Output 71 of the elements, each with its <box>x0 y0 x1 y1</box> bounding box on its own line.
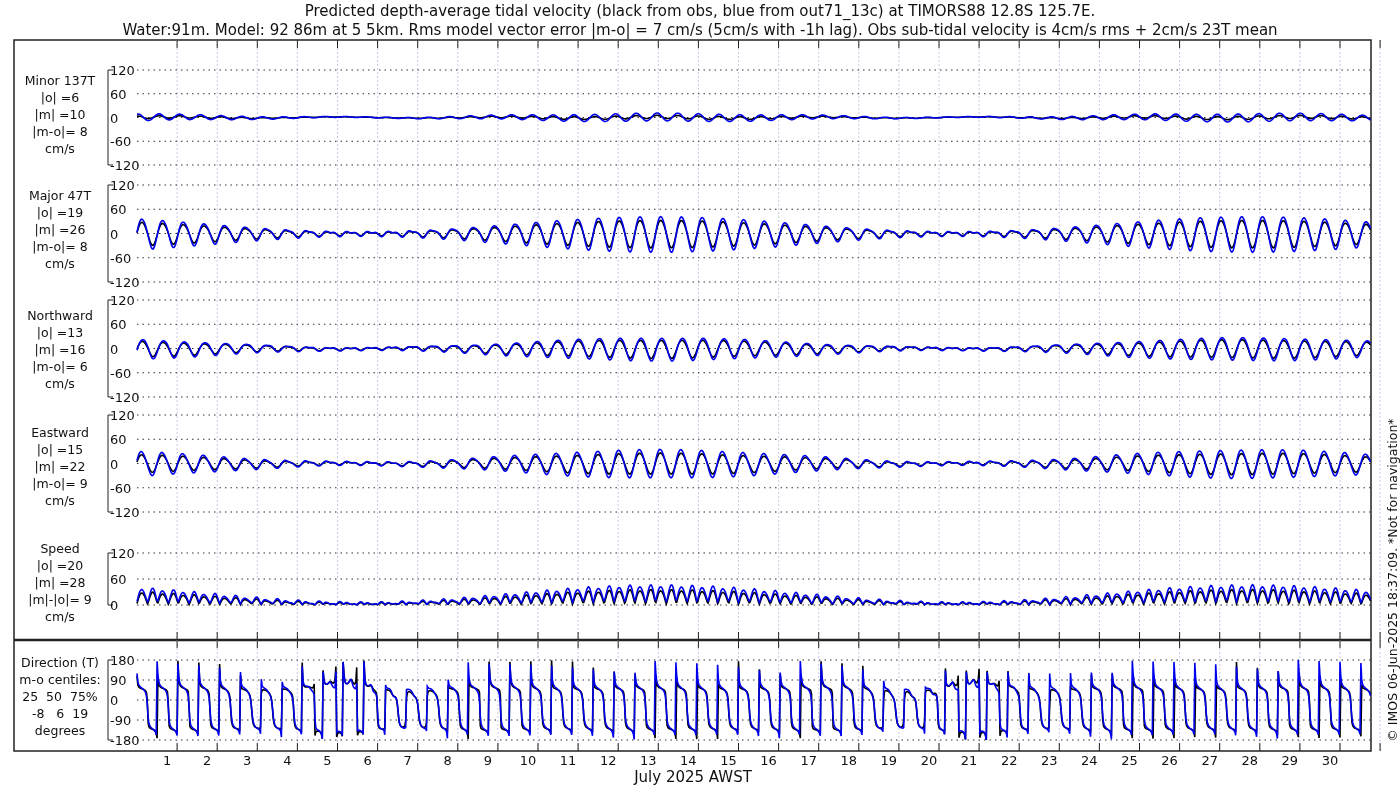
x-tick-label: 4 <box>283 753 292 768</box>
x-tick-label: 30 <box>1321 753 1339 768</box>
panel-label: Major 47T |o| =19 |m| =26 |m-o|= 8 cm/s <box>28 188 92 271</box>
y-tick-label: 60 <box>110 317 127 333</box>
y-tick-label: 60 <box>110 572 127 587</box>
chart-title: Water:91m. Model: 92 86m at 5 5km. Rms model vector error |m-o| = 7 cm/s (5cm/s with -1h lag). Obs sub-tidal velocity is 4cm/s rms + 2cm/s 23T mean <box>122 21 1278 39</box>
x-tick-label: 19 <box>880 753 898 768</box>
x-tick-label: 1 <box>162 753 172 768</box>
y-tick-label: -180 <box>110 733 140 748</box>
y-tick-label: 120 <box>110 63 135 78</box>
x-tick-label: 3 <box>243 753 252 768</box>
y-tick-label: 0 <box>110 693 119 708</box>
x-tick-label: 21 <box>960 753 978 768</box>
x-tick-label: 28 <box>1241 753 1258 768</box>
x-tick-label: 26 <box>1161 753 1178 768</box>
x-tick-label: 10 <box>519 753 537 768</box>
y-tick-label: 60 <box>110 202 127 218</box>
tick-mark <box>1379 39 1381 49</box>
chart-title: Predicted depth-average tidal velocity (black from obs, blue from out71_13c) at TIMORS88 12.8S 125.7E. <box>304 2 1096 20</box>
panel-label: Speed |o| =20 |m| =28 |m|-|o|= 9 cm/s <box>28 541 92 624</box>
x-tick-label: 17 <box>800 753 817 768</box>
y-tick-label: -90 <box>110 713 132 728</box>
x-tick-label: 24 <box>1081 753 1098 768</box>
x-tick-label: 20 <box>920 753 938 768</box>
x-tick-label: 13 <box>640 753 657 768</box>
y-tick-label: -60 <box>110 250 132 266</box>
y-tick-label: 60 <box>110 432 127 448</box>
x-tick-label: 16 <box>760 753 777 768</box>
x-tick-label: 25 <box>1121 753 1138 768</box>
y-tick-label: 0 <box>110 110 119 126</box>
y-tick-label: -60 <box>110 480 132 496</box>
y-tick-label: -60 <box>110 365 132 381</box>
x-tick-label: 9 <box>483 753 492 768</box>
y-tick-label: 0 <box>110 341 119 357</box>
x-tick-label: 12 <box>599 753 617 768</box>
y-tick-label: 90 <box>110 673 127 688</box>
x-tick-label: 22 <box>1000 753 1018 768</box>
y-tick-label: 180 <box>110 653 135 668</box>
panel-label: Eastward |o| =15 |m| =22 |m-o|= 9 cm/s <box>31 425 89 508</box>
y-tick-label: 0 <box>110 598 119 613</box>
x-tick-label: 5 <box>323 753 332 768</box>
x-tick-label: 11 <box>559 753 577 768</box>
tick-mark <box>1379 742 1381 752</box>
x-axis-label: July 2025 AWST <box>634 768 752 786</box>
y-tick-label: 0 <box>110 456 119 472</box>
panel-label: Direction (T) m-o centiles: 25 50 75% -8 6 19 degrees <box>19 655 101 738</box>
y-tick-label: -120 <box>110 390 140 405</box>
x-tick-label: 2 <box>203 753 212 768</box>
x-tick-label: 18 <box>840 753 857 768</box>
panel-label: Northward |o| =13 |m| =16 |m-o|= 6 cm/s <box>27 308 93 391</box>
y-tick-label: 120 <box>110 408 135 423</box>
x-tick-label: 14 <box>680 753 697 768</box>
y-tick-label: -60 <box>110 134 132 150</box>
y-tick-label: 120 <box>110 546 135 561</box>
x-tick-label: 15 <box>720 753 737 768</box>
y-tick-label: -120 <box>110 158 140 173</box>
x-tick-label: 27 <box>1201 753 1218 768</box>
y-tick-label: 60 <box>110 86 127 102</box>
x-tick-label: 7 <box>403 753 412 768</box>
credit-text: © IMOS 06-Jun-2025 18:37:09. *Not for navigation* <box>1385 418 1400 742</box>
y-tick-label: -120 <box>110 275 140 290</box>
y-tick-label: 120 <box>110 293 135 308</box>
y-tick-label: 120 <box>110 178 135 193</box>
y-tick-label: -120 <box>110 505 140 520</box>
x-tick-label: 6 <box>363 753 372 768</box>
panel-label: Minor 137T |o| =6 |m| =10 |m-o|= 8 cm/s <box>24 73 96 156</box>
y-tick-label: 0 <box>110 226 119 242</box>
tick-mark <box>1379 631 1381 649</box>
x-tick-label: 29 <box>1281 753 1299 768</box>
x-tick-label: 8 <box>443 753 452 768</box>
x-tick-label: 23 <box>1041 753 1058 768</box>
